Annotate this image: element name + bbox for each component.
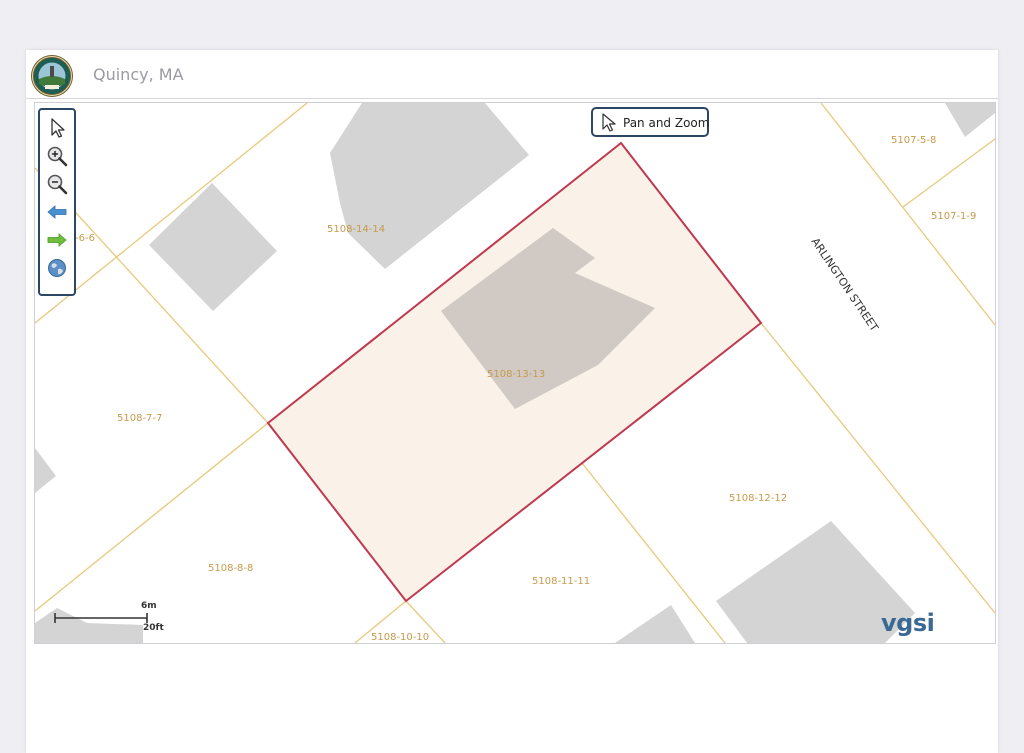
header-bar: Quincy, MA xyxy=(26,50,998,99)
select-arrow-icon[interactable] xyxy=(45,116,69,140)
parcel-label: 5108-12-12 xyxy=(729,493,787,504)
globe-icon[interactable] xyxy=(45,256,69,280)
parcel-label: 5108-10-10 xyxy=(371,632,429,643)
zoom-in-icon[interactable] xyxy=(45,144,69,168)
street-label: ARLINGTON STREET xyxy=(809,235,881,334)
parcel-label: 5107-1-9 xyxy=(931,211,976,222)
town-name: Quincy, MA xyxy=(93,65,184,84)
parcel-label: 5107-5-8 xyxy=(891,135,936,146)
parcel-label: 5108-14-14 xyxy=(327,224,385,235)
back-arrow-icon[interactable] xyxy=(45,200,69,224)
forward-arrow-icon[interactable] xyxy=(45,228,69,252)
building xyxy=(149,183,277,311)
map-canvas: 5107-5-8 5107-1-9 -6-6 5108-14-14 5108-7… xyxy=(35,103,995,643)
gis-window: Quincy, MA 5107-5-8 5107-1-9 -6-6 5108-1… xyxy=(26,50,998,753)
building xyxy=(945,103,995,137)
building xyxy=(615,605,695,643)
pan-zoom-button[interactable]: Pan and Zoom xyxy=(591,107,709,137)
pan-zoom-label: Pan and Zoom xyxy=(623,116,710,130)
parcel-label: 5108-11-11 xyxy=(532,576,590,587)
scale-line xyxy=(54,613,148,623)
map-toolbar xyxy=(38,108,76,296)
city-seal-icon xyxy=(31,55,73,97)
pointer-icon xyxy=(602,113,616,132)
parcel-label: 5108-7-7 xyxy=(117,413,162,424)
zoom-out-icon[interactable] xyxy=(45,172,69,196)
parcel-label: -6-6 xyxy=(75,233,95,244)
scale-imperial: 20ft xyxy=(143,623,164,633)
parcel-label: 5108-8-8 xyxy=(208,563,253,574)
building xyxy=(35,448,56,493)
vgsi-logo: vgsi xyxy=(881,609,935,637)
selected-parcel-label: 5108-13-13 xyxy=(487,369,545,380)
map-view[interactable]: 5107-5-8 5107-1-9 -6-6 5108-14-14 5108-7… xyxy=(34,102,996,644)
